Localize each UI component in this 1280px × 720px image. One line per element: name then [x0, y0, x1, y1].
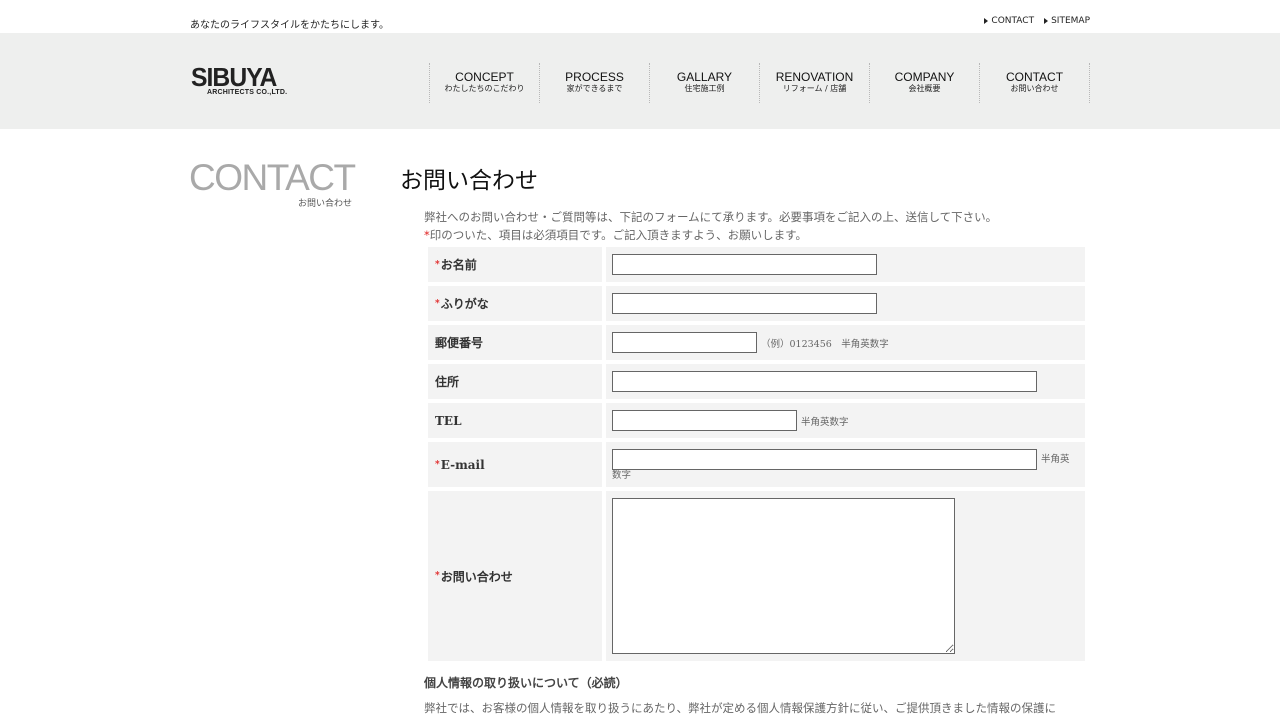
form-row-tel: TEL 半角英数字	[428, 403, 1085, 438]
form-field-cell	[606, 491, 1085, 661]
form-row-kana: * ふりがな	[428, 286, 1085, 321]
nav-item-en: RENOVATION	[775, 70, 854, 84]
required-mark: *	[435, 459, 440, 470]
nav-item-jp: わたしたちのこだわり	[444, 84, 525, 93]
side-heading: CONTACT	[189, 157, 356, 198]
header: SIBUYA ARCHITECTS CO.,LTD. CONCEPT わたしたち…	[0, 33, 1280, 129]
form-label-text: ふりがな	[440, 297, 489, 311]
nav-item-en: GALLARY	[676, 70, 733, 84]
top-links: CONTACT SITEMAP	[984, 16, 1090, 26]
global-nav: CONCEPT わたしたちのこだわり PROCESS 家ができるまで GALLA…	[429, 63, 1090, 103]
required-mark: *	[435, 298, 440, 309]
contact-form: * お名前 * ふりがな 郵便番号 （例）0123456 半角英数字 住所 TEL …	[428, 247, 1085, 665]
nav-item-jp: リフォーム / 店舗	[782, 84, 847, 93]
top-link-contact[interactable]: CONTACT	[984, 16, 1034, 26]
page-title: お問い合わせ	[400, 168, 538, 194]
kana-input[interactable]	[612, 293, 877, 314]
form-label-text: お問い合わせ	[440, 569, 513, 584]
form-row-name: * お名前	[428, 247, 1085, 282]
form-label-kana: * ふりがな	[428, 286, 602, 321]
nav-item-en: CONTACT	[1005, 70, 1064, 84]
name-input[interactable]	[612, 254, 877, 275]
required-mark: *	[435, 571, 440, 581]
nav-item-contact[interactable]: CONTACT お問い合わせ	[980, 63, 1090, 103]
nav-item-jp: 住宅施工例	[684, 84, 725, 93]
form-field-cell: （例）0123456 半角英数字	[606, 325, 1085, 360]
form-row-address: 住所	[428, 364, 1085, 399]
top-link-sitemap-label: SITEMAP	[1051, 16, 1090, 26]
form-field-cell	[606, 364, 1085, 399]
privacy-title: 個人情報の取り扱いについて（必読）	[424, 676, 628, 690]
top-link-contact-label: CONTACT	[991, 16, 1035, 26]
required-mark: *	[435, 259, 440, 270]
zip-input[interactable]	[612, 332, 757, 353]
email-hint: 半角英	[1041, 453, 1070, 465]
form-label-tel: TEL	[428, 403, 602, 438]
form-label-message: * お問い合わせ	[428, 491, 602, 661]
form-label-text: TEL	[435, 413, 462, 428]
site-logo[interactable]: SIBUYA ARCHITECTS CO.,LTD.	[191, 64, 311, 96]
intro-line-1: 弊社へのお問い合わせ・ご質問等は、下記のフォームにて承ります。必要事項をご記入の…	[424, 210, 998, 224]
form-label-zip: 郵便番号	[428, 325, 602, 360]
privacy-text: 弊社では、お客様の個人情報を取り扱うにあたり、弊社が定める個人情報保護方針に従い…	[424, 701, 1057, 715]
form-row-zip: 郵便番号 （例）0123456 半角英数字	[428, 325, 1085, 360]
arrow-right-icon	[1044, 18, 1049, 24]
form-label-address: 住所	[428, 364, 602, 399]
side-subheading: お問い合わせ	[298, 199, 353, 209]
nav-item-en: PROCESS	[565, 70, 624, 84]
nav-item-jp: お問い合わせ	[1010, 84, 1059, 93]
nav-item-concept[interactable]: CONCEPT わたしたちのこだわり	[430, 63, 540, 103]
form-field-cell	[606, 286, 1085, 321]
arrow-right-icon	[984, 18, 989, 24]
form-label-email: * E-mail	[428, 442, 602, 487]
nav-item-renovation[interactable]: RENOVATION リフォーム / 店舗	[760, 63, 870, 103]
nav-item-en: CONCEPT	[455, 70, 514, 84]
nav-item-en: COMPANY	[894, 70, 955, 84]
form-field-cell: 半角英数字	[606, 442, 1085, 487]
top-strip: あなたのライフスタイルをかたちにします。 CONTACT SITEMAP	[0, 0, 1280, 33]
nav-item-process[interactable]: PROCESS 家ができるまで	[540, 63, 650, 103]
form-field-cell	[606, 247, 1085, 282]
form-label-text: 住所	[435, 375, 460, 389]
form-row-message: * お問い合わせ	[428, 491, 1085, 661]
form-label-text: E-mail	[440, 457, 485, 472]
nav-item-jp: 会社概要	[908, 84, 941, 93]
zip-hint: （例）0123456 半角英数字	[761, 338, 889, 350]
tel-hint: 半角英数字	[801, 416, 849, 428]
nav-item-gallary[interactable]: GALLARY 住宅施工例	[650, 63, 760, 103]
form-field-cell: 半角英数字	[606, 403, 1085, 438]
logo-main-text: SIBUYA	[191, 62, 277, 92]
tagline: あなたのライフスタイルをかたちにします。	[190, 20, 389, 31]
intro-text: 弊社へのお問い合わせ・ご質問等は、下記のフォームにて承ります。必要事項をご記入の…	[424, 208, 997, 244]
intro-line-2-text: 印のついた、項目は必須項目です。ご記入頂きますよう、お願いします。	[429, 228, 807, 242]
intro-line-2: *印のついた、項目は必須項目です。ご記入頂きますよう、お願いします。	[424, 226, 997, 244]
message-textarea[interactable]	[612, 498, 955, 654]
address-input[interactable]	[612, 371, 1037, 392]
nav-item-company[interactable]: COMPANY 会社概要	[870, 63, 980, 103]
form-label-text: お名前	[440, 258, 477, 272]
email-input[interactable]	[612, 449, 1037, 470]
tel-input[interactable]	[612, 410, 797, 431]
top-link-sitemap[interactable]: SITEMAP	[1044, 16, 1090, 26]
form-label-name: * お名前	[428, 247, 602, 282]
nav-item-jp: 家ができるまで	[566, 84, 623, 93]
email-hint-wrap: 数字	[612, 470, 632, 481]
form-label-text: 郵便番号	[435, 336, 484, 350]
form-row-email: * E-mail 半角英数字	[428, 442, 1085, 487]
